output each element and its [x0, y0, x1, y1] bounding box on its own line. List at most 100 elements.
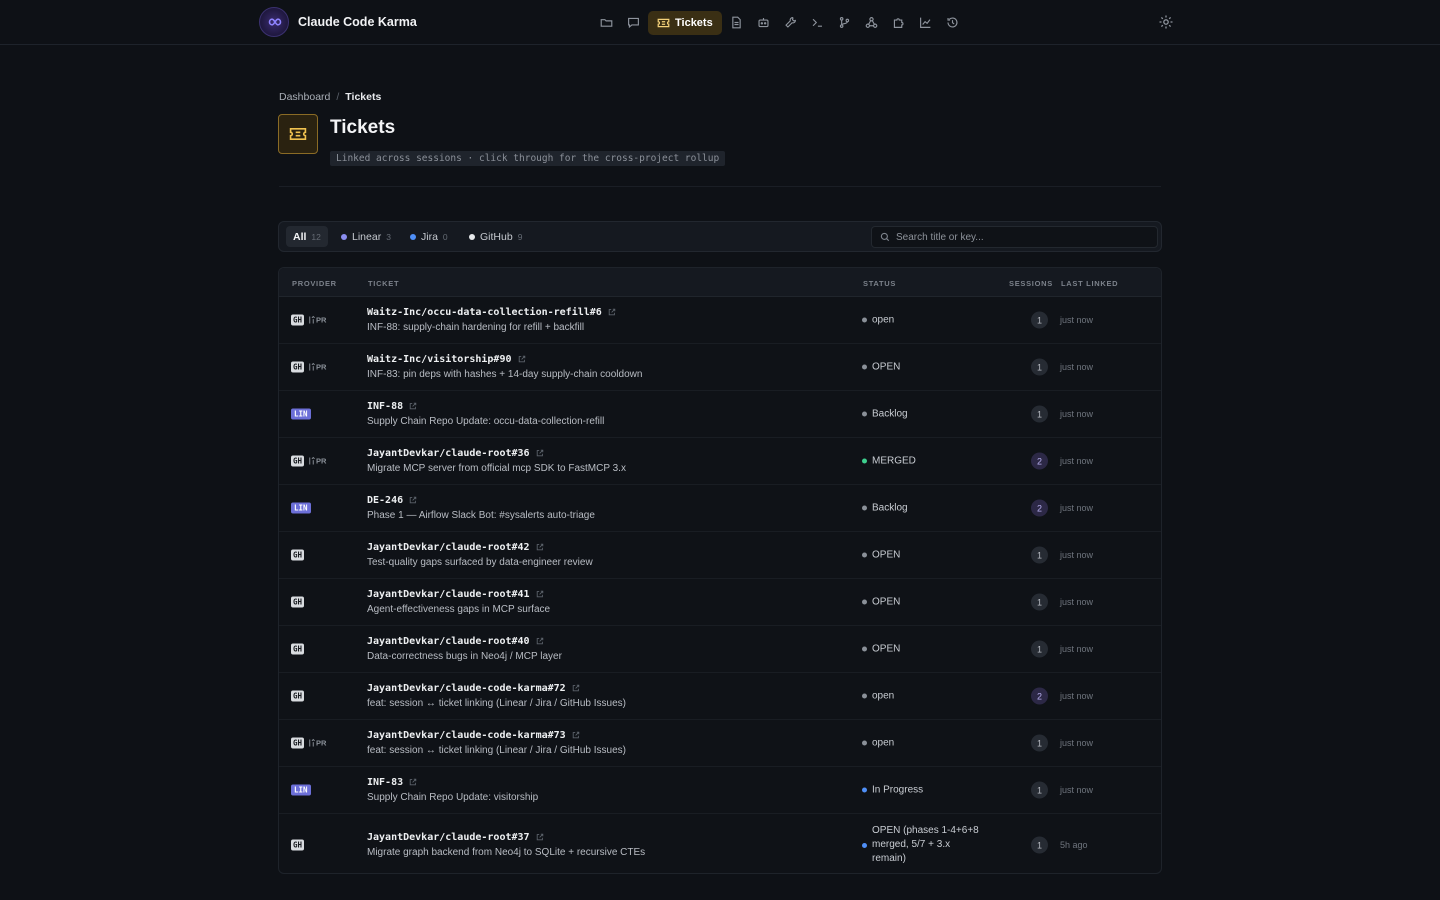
tickets-nav-button[interactable]: Tickets — [648, 10, 722, 35]
sessions-count[interactable]: 1 — [1031, 358, 1048, 376]
ticket-key-link[interactable]: JayantDevkar/claude-root#41 — [367, 589, 530, 600]
ticket-key-link[interactable]: JayantDevkar/claude-root#36 — [367, 448, 530, 459]
sessions-count[interactable]: 1 — [1031, 640, 1048, 658]
status-text: OPEN — [872, 643, 901, 655]
ticket-key-link[interactable]: Waitz-Inc/occu-data-collection-refill#6 — [367, 307, 602, 318]
ticket-cell: JayantDevkar/claude-root#36 Migrate MCP … — [367, 448, 626, 474]
last-linked: just now — [1060, 691, 1094, 701]
brand[interactable]: Claude Code Karma — [259, 7, 417, 37]
sessions-count[interactable]: 2 — [1031, 499, 1048, 517]
tools-nav-button[interactable] — [777, 10, 804, 35]
external-link-icon[interactable] — [572, 731, 580, 741]
table-row[interactable]: GH PR Waitz-Inc/occu-data-collection-ref… — [279, 297, 1161, 344]
history-icon — [947, 17, 958, 28]
branches-nav-button[interactable] — [831, 10, 858, 35]
header-ticket[interactable]: TICKET — [368, 279, 399, 288]
table-row[interactable]: GH JayantDevkar/claude-root#37 Migrate g… — [279, 814, 1161, 873]
table-row[interactable]: GH PR JayantDevkar/claude-root#36 Migrat… — [279, 438, 1161, 485]
ticket-key-link[interactable]: Waitz-Inc/visitorship#90 — [367, 354, 512, 365]
external-link-icon[interactable] — [409, 778, 417, 788]
table-row[interactable]: GH JayantDevkar/claude-root#40 Data-corr… — [279, 626, 1161, 673]
status-cell: Backlog — [862, 503, 908, 514]
external-link-icon[interactable] — [608, 308, 616, 318]
table-row[interactable]: GH JayantDevkar/claude-root#41 Agent-eff… — [279, 579, 1161, 626]
table-row[interactable]: LIN DE-246 Phase 1 — Airflow Slack Bot: … — [279, 485, 1161, 532]
plugins-nav-button[interactable] — [885, 10, 912, 35]
status-dot-icon — [862, 599, 867, 605]
ticket-key-link[interactable]: JayantDevkar/claude-code-karma#72 — [367, 683, 566, 694]
table-header: PROVIDER TICKET STATUS SESSIONS LAST LIN… — [279, 268, 1161, 297]
header-sessions[interactable]: SESSIONS — [1009, 279, 1053, 288]
ticket-title: feat: session ↔ ticket linking (Linear /… — [367, 698, 626, 709]
filter-tab-github[interactable]: GitHub 9 — [462, 226, 529, 247]
header-last-linked[interactable]: LAST LINKED — [1061, 279, 1118, 288]
filter-tab-jira[interactable]: Jira 0 — [403, 226, 455, 247]
status-dot-icon — [862, 693, 867, 699]
external-link-icon[interactable] — [572, 684, 580, 694]
external-link-icon[interactable] — [536, 543, 544, 553]
sessions-count[interactable]: 1 — [1031, 836, 1048, 854]
breadcrumb-current: Tickets — [345, 91, 382, 103]
last-linked: just now — [1060, 315, 1094, 325]
projects-nav-button[interactable] — [593, 10, 620, 35]
sessions-count[interactable]: 2 — [1031, 452, 1048, 470]
header-status[interactable]: STATUS — [863, 279, 896, 288]
external-link-icon[interactable] — [536, 449, 544, 459]
table-row[interactable]: LIN INF-88 Supply Chain Repo Update: occ… — [279, 391, 1161, 438]
ticket-key-link[interactable]: DE-246 — [367, 495, 403, 506]
ticket-key-link[interactable]: JayantDevkar/claude-root#37 — [367, 832, 530, 843]
last-linked: just now — [1060, 785, 1094, 795]
header-provider[interactable]: PROVIDER — [292, 279, 337, 288]
external-link-icon[interactable] — [518, 355, 526, 365]
sessions-count[interactable]: 1 — [1031, 405, 1048, 423]
provider-cell: GH — [291, 839, 305, 851]
ticket-cell: INF-88 Supply Chain Repo Update: occu-da… — [367, 401, 604, 427]
agents-nav-button[interactable] — [750, 10, 777, 35]
settings-button[interactable] — [1158, 14, 1174, 33]
table-row[interactable]: GH JayantDevkar/claude-code-karma#72 fea… — [279, 673, 1161, 720]
table-row[interactable]: GH PR JayantDevkar/claude-code-karma#73 … — [279, 720, 1161, 767]
sessions-count[interactable]: 1 — [1031, 546, 1048, 564]
docs-nav-button[interactable] — [723, 10, 750, 35]
breadcrumb-dashboard[interactable]: Dashboard — [279, 91, 330, 103]
status-text: MERGED — [872, 455, 916, 467]
external-link-icon[interactable] — [536, 637, 544, 647]
status-dot-icon — [862, 364, 867, 370]
status-cell: OPEN — [862, 597, 900, 608]
ticket-key-link[interactable]: INF-88 — [367, 401, 403, 412]
top-nav: Claude Code Karma Tickets — [0, 0, 1440, 45]
filter-tab-linear[interactable]: Linear 3 — [334, 226, 398, 247]
external-link-icon[interactable] — [409, 402, 417, 412]
status-cell: open — [862, 738, 894, 749]
search-input[interactable] — [896, 231, 1146, 243]
nav-icons: Tickets — [593, 10, 966, 35]
filter-tab-all[interactable]: All 12 — [286, 226, 328, 247]
sessions-count[interactable]: 1 — [1031, 593, 1048, 611]
status-text: Backlog — [872, 408, 908, 420]
sessions-count[interactable]: 1 — [1031, 734, 1048, 752]
ticket-key-link[interactable]: JayantDevkar/claude-code-karma#73 — [367, 730, 566, 741]
analytics-nav-button[interactable] — [912, 10, 939, 35]
provider-cell: GH PR — [291, 455, 326, 467]
hooks-nav-button[interactable] — [858, 10, 885, 35]
pull-request-icon — [309, 456, 315, 465]
table-row[interactable]: GH PR Waitz-Inc/visitorship#90 INF-83: p… — [279, 344, 1161, 391]
history-nav-button[interactable] — [939, 10, 966, 35]
sessions-count[interactable]: 2 — [1031, 687, 1048, 705]
sessions-count[interactable]: 1 — [1031, 781, 1048, 799]
ticket-key-link[interactable]: JayantDevkar/claude-root#42 — [367, 542, 530, 553]
last-linked: just now — [1060, 550, 1094, 560]
sessions-nav-button[interactable] — [620, 10, 647, 35]
commands-nav-button[interactable] — [804, 10, 831, 35]
ticket-key-link[interactable]: INF-83 — [367, 777, 403, 788]
external-link-icon[interactable] — [536, 833, 544, 843]
external-link-icon[interactable] — [409, 496, 417, 506]
sessions-count[interactable]: 1 — [1031, 311, 1048, 329]
table-row[interactable]: GH JayantDevkar/claude-root#42 Test-qual… — [279, 532, 1161, 579]
external-link-icon[interactable] — [536, 590, 544, 600]
ticket-key-link[interactable]: JayantDevkar/claude-root#40 — [367, 636, 530, 647]
status-dot-icon — [862, 787, 867, 793]
table-row[interactable]: LIN INF-83 Supply Chain Repo Update: vis… — [279, 767, 1161, 814]
ticket-title: Migrate graph backend from Neo4j to SQLi… — [367, 847, 646, 858]
pr-label: PR — [316, 315, 327, 325]
